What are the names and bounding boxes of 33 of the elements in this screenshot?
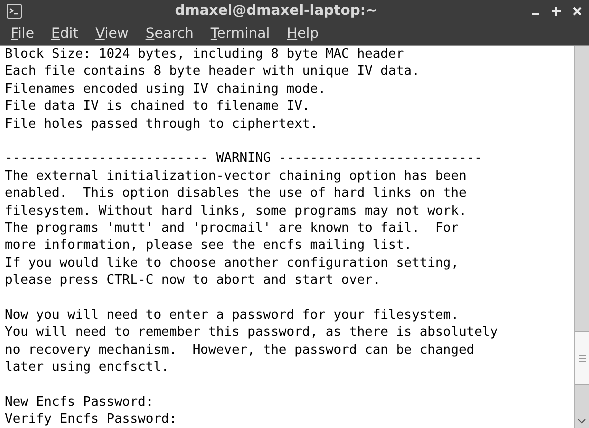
terminal-line: please press CTRL-C now to abort and start over.: [5, 272, 381, 290]
menu-item[interactable]: View: [96, 24, 129, 44]
terminal-line: later using encfsctl.: [5, 359, 170, 377]
terminal-line: Filenames encoded using IV chaining mode.: [5, 80, 326, 98]
grip-icon: [578, 354, 586, 362]
terminal-line: Block Size: 1024 bytes, including 8 byte MAC header: [5, 46, 404, 64]
terminal-line: You will need to remember this password, as there is absolutely: [5, 324, 498, 342]
terminal-line: enabled. This option disables the use of hard links on the: [5, 185, 467, 203]
terminal-line: Now you will need to enter a password for your filesystem.: [5, 307, 459, 324]
maximize-icon[interactable]: [552, 7, 561, 16]
terminal-line: File holes passed through to ciphertext.: [5, 116, 318, 134]
terminal-line: Verify Encfs Password:: [5, 411, 178, 428]
terminal-line: New Encfs Password:: [5, 394, 154, 412]
menu-item[interactable]: Help: [287, 24, 320, 44]
terminal-line: more information, please see the encfs mailing list.: [5, 237, 412, 255]
terminal-line: File data IV is chained to filename IV.: [5, 98, 310, 116]
terminal-line: If you would like to choose another configuration setting,: [5, 254, 459, 272]
terminal-icon: [7, 4, 22, 19]
terminal-line: no recovery mechanism. However, the password can be changed: [5, 342, 475, 360]
menu-item[interactable]: Edit: [51, 24, 79, 44]
terminal-line: -------------------------- WARNING --------------------------: [5, 150, 482, 168]
menu-item[interactable]: Search: [146, 24, 194, 44]
chevron-down-icon[interactable]: [578, 419, 586, 424]
scrollbar-thumb[interactable]: [575, 331, 589, 385]
menu-item[interactable]: File: [11, 24, 34, 44]
menu-item[interactable]: Terminal: [210, 24, 270, 44]
terminal-line: The external initialization-vector chaining option has been: [5, 168, 467, 186]
terminal-line: filesystem. Without hard links, some programs may not work.: [5, 202, 467, 220]
scrollbar[interactable]: [574, 46, 589, 428]
close-icon[interactable]: [573, 7, 582, 16]
window-title: dmaxel@dmaxel-laptop:~: [174, 2, 379, 21]
terminal-line: Each file contains 8 byte header with unique IV data.: [5, 63, 420, 81]
terminal-line: The programs 'mutt' and 'procmail' are known to fail. For: [5, 220, 459, 238]
